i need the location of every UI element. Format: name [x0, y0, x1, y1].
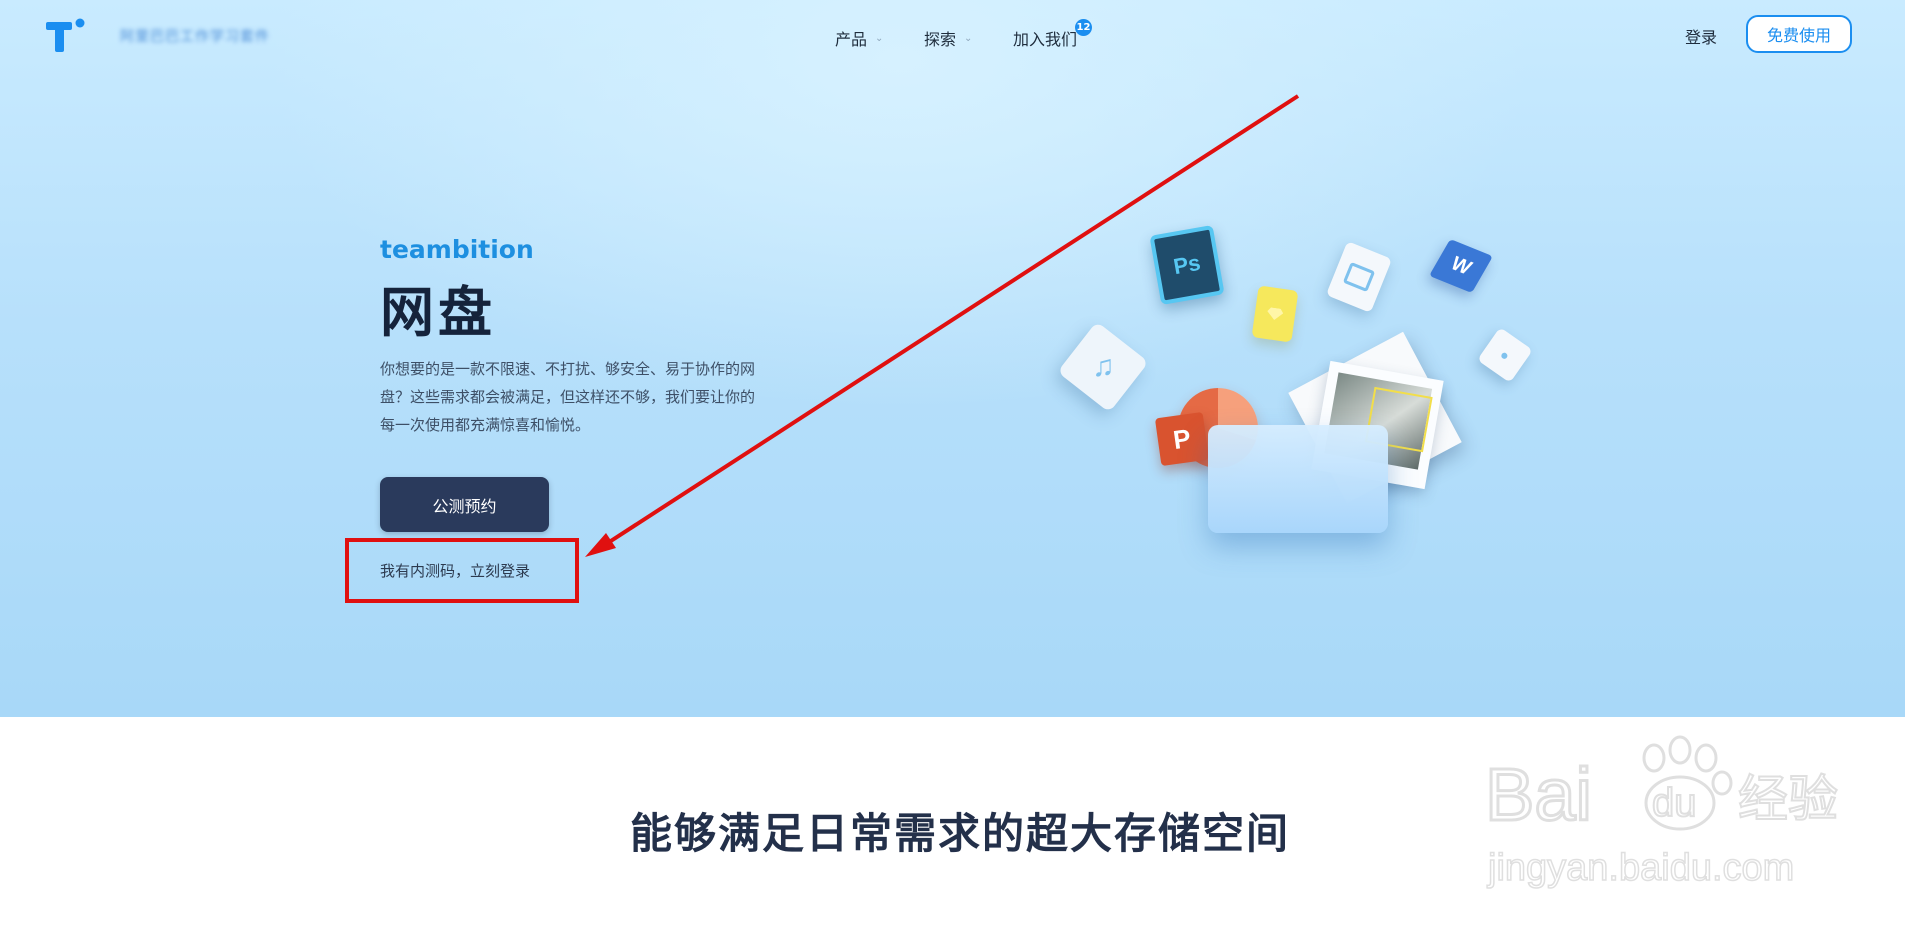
baidu-jingyan-watermark-icon: Bai du 经验 jingyan.baidu.com — [1484, 735, 1839, 890]
annotation-arrow-icon — [585, 94, 1300, 557]
watermark-url: jingyan.baidu.com — [1487, 847, 1794, 889]
watermark-brand-du: du — [1652, 781, 1697, 825]
hero-section: 阿里巴巴工作学习套件 产品 ⌄ 探索 ⌄ 加入我们 12 登录 免费使用 tea… — [0, 0, 1920, 717]
watermark-brand: Bai — [1485, 753, 1592, 836]
scrollbar-track[interactable] — [1905, 0, 1920, 936]
watermark-suffix: 经验 — [1738, 770, 1838, 828]
